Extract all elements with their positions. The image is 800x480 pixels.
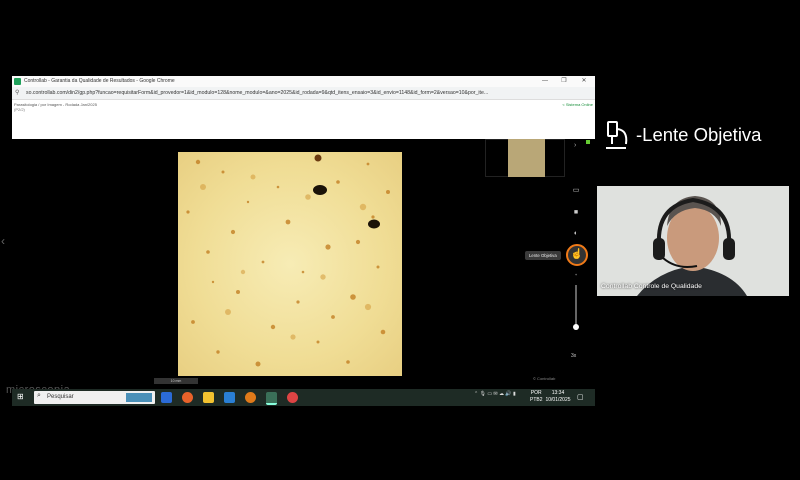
language-indicator[interactable]: POR PTB2 bbox=[530, 390, 543, 404]
clock-date: 10/01/2025 bbox=[545, 397, 571, 403]
firefox-icon[interactable] bbox=[182, 392, 193, 403]
hand-pointer-icon: ☝ bbox=[570, 249, 584, 260]
webcam-caption: Controllab Controle de Qualidade bbox=[601, 283, 702, 290]
parasite-egg bbox=[368, 219, 380, 229]
search-highlight-image bbox=[126, 393, 152, 402]
chrome-taskbar-icon[interactable] bbox=[266, 392, 277, 405]
taskbar-search[interactable]: ⌕ Pesquisar bbox=[34, 391, 155, 404]
system-status-link[interactable]: < Sistema Online bbox=[562, 102, 593, 107]
zoom-level: 3x bbox=[571, 353, 577, 359]
ruler-icon[interactable]: ▭ bbox=[570, 186, 582, 196]
brand-title: -Lente Objetiva bbox=[636, 124, 762, 145]
site-info-icon[interactable]: ⚲ bbox=[15, 90, 21, 96]
webcam-feed: Controllab Controle de Qualidade bbox=[597, 186, 789, 296]
windows-start-icon[interactable]: ⊞ bbox=[17, 392, 27, 402]
mail-icon[interactable] bbox=[224, 392, 235, 403]
search-placeholder: Pesquisar bbox=[47, 394, 74, 400]
microscope-logo-icon bbox=[606, 121, 628, 149]
lens-tooltip: Lente Objetiva bbox=[525, 251, 561, 260]
zoom-in-icon[interactable]: + bbox=[570, 270, 582, 280]
chrome-icon[interactable] bbox=[287, 392, 298, 403]
app-icon[interactable] bbox=[245, 392, 256, 403]
window-title: Controllab - Garantia da Qualidade de Re… bbox=[24, 78, 175, 84]
chrome-app-icon bbox=[14, 78, 21, 85]
address-bar[interactable]: ⚲ so.controllab.com/din2/gp.php?funcao=r… bbox=[12, 87, 595, 100]
contrast-icon[interactable]: ◐ bbox=[570, 229, 582, 239]
close-button[interactable]: ✕ bbox=[577, 76, 591, 87]
taskbar: ⊞ ⌕ Pesquisar ⌃ 🎙 ▭ ✉ ☁ 🔊 ▮ POR PTB2 13:… bbox=[12, 389, 595, 406]
scale-bar: 10 mm bbox=[154, 378, 198, 384]
file-explorer-icon[interactable] bbox=[203, 392, 214, 403]
clock-time: 13:34 bbox=[551, 390, 565, 396]
chevron-left-icon[interactable]: ‹ bbox=[1, 234, 5, 248]
specimen-particles bbox=[186, 154, 390, 367]
copilot-icon[interactable] bbox=[161, 392, 172, 403]
breadcrumb: Parasitologia / por Imagem - Rodada Jan/… bbox=[14, 102, 97, 107]
language-code: POR bbox=[530, 390, 542, 396]
maximize-button[interactable]: ❐ bbox=[557, 76, 571, 87]
breadcrumb-sub: (P2/2) bbox=[14, 107, 25, 112]
notification-icon[interactable]: ▢ bbox=[577, 393, 584, 401]
parasite-egg bbox=[313, 185, 327, 195]
chevron-right-icon[interactable]: › bbox=[574, 142, 576, 149]
keyboard-layout: PTB2 bbox=[530, 397, 543, 403]
url-text[interactable]: so.controllab.com/din2/gp.php?funcao=req… bbox=[26, 87, 488, 99]
system-tray[interactable]: ⌃ 🎙 ▭ ✉ ☁ 🔊 ▮ bbox=[474, 391, 516, 397]
search-icon: ⌕ bbox=[37, 392, 41, 399]
grid-icon[interactable]: ■ bbox=[570, 208, 582, 218]
status-dot bbox=[586, 140, 590, 144]
thumbnail-image[interactable] bbox=[508, 139, 545, 177]
presenter-video bbox=[597, 186, 789, 296]
clock[interactable]: 13:34 10/01/2025 bbox=[543, 390, 573, 404]
minimize-button[interactable]: — bbox=[538, 76, 552, 87]
copyright-text: © Controllab bbox=[533, 376, 556, 381]
specimen-image[interactable] bbox=[178, 152, 402, 376]
browser-window: Controllab - Garantia da Qualidade de Re… bbox=[12, 76, 595, 139]
zoom-slider-handle[interactable] bbox=[573, 324, 579, 330]
